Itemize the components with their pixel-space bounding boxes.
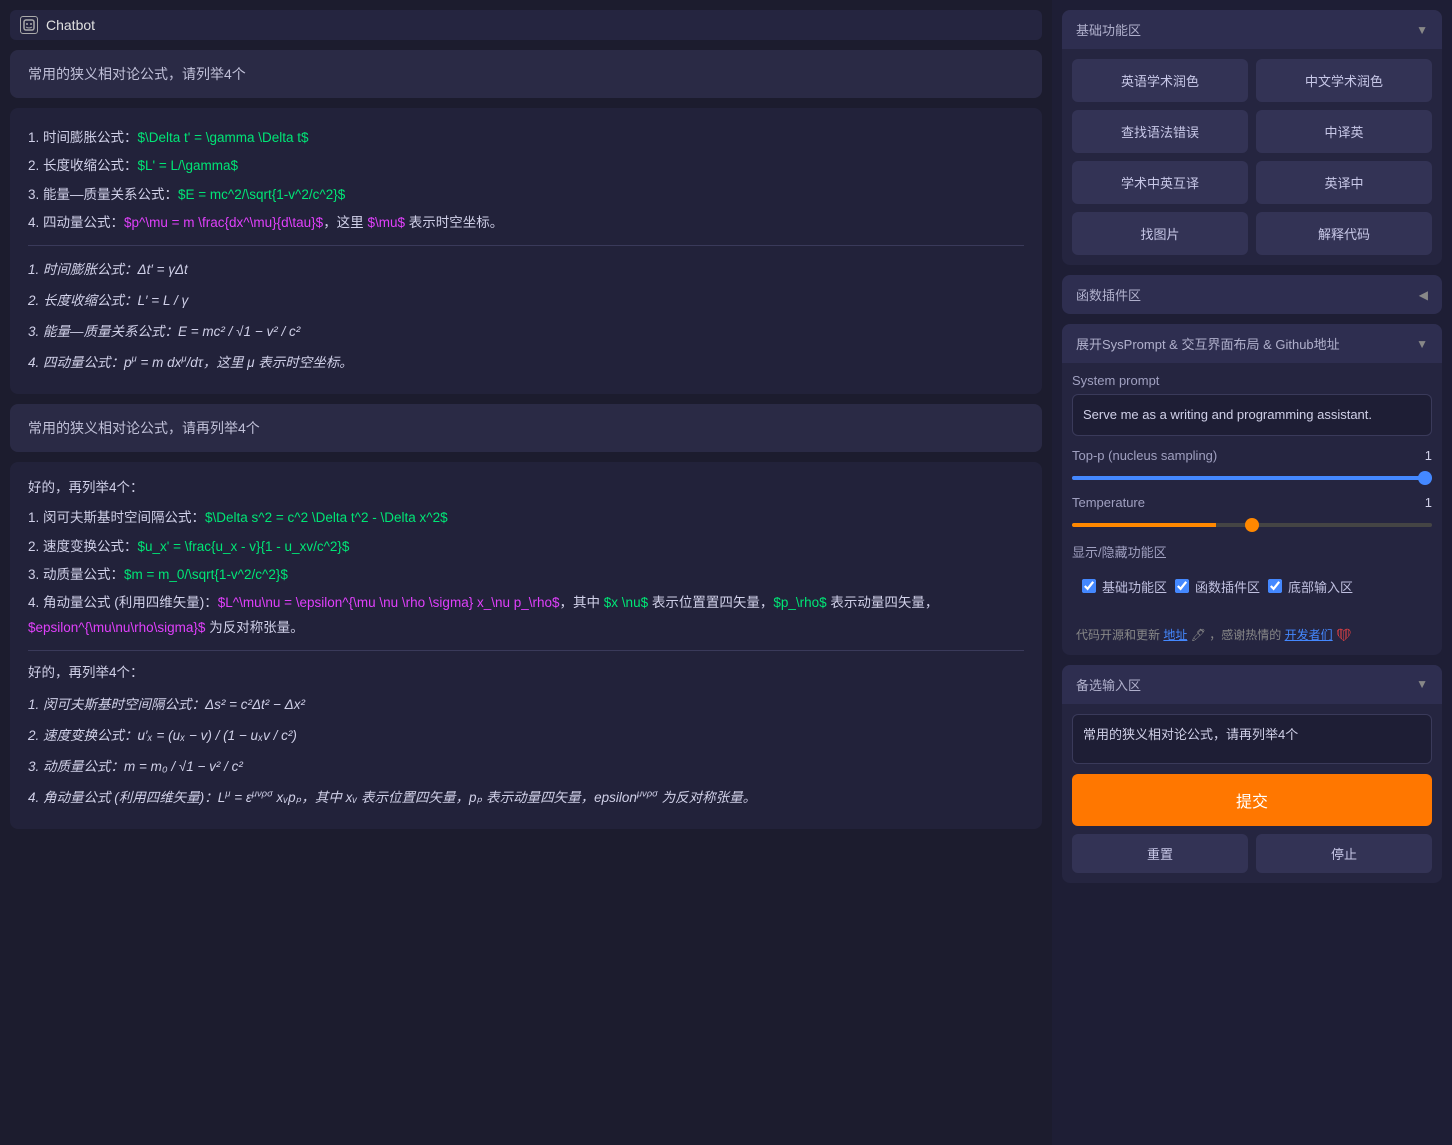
btn-academic-translate[interactable]: 学术中英互译 [1072,161,1248,204]
sysprompt-header[interactable]: 展开SysPrompt & 交互界面布局 & Github地址 ▼ [1062,324,1442,363]
top-p-value: 1 [1425,448,1432,463]
alternate-input-body: 常用的狭义相对论公式，请再列举4个 提交 重置 停止 [1062,704,1442,883]
checkbox-bottom-input[interactable]: 底部输入区 [1268,577,1353,596]
top-p-slider[interactable] [1072,476,1432,480]
btn-find-image[interactable]: 找图片 [1072,212,1248,255]
btn-grammar-check[interactable]: 查找语法错误 [1072,110,1248,153]
submit-button[interactable]: 提交 [1072,774,1432,826]
checkbox-function-plugins[interactable]: 函数插件区 [1175,577,1260,596]
bottom-buttons: 重置 停止 [1072,834,1432,873]
checkbox-basic-functions-input[interactable] [1082,579,1096,593]
contributors-link[interactable]: 开发者们 [1285,628,1333,642]
temperature-label: Temperature [1072,495,1145,510]
checkbox-bottom-input-input[interactable] [1268,579,1282,593]
alternate-input-arrow: ▼ [1416,677,1428,691]
alternate-input-field[interactable]: 常用的狭义相对论公式，请再列举4个 [1072,714,1432,764]
basic-functions-arrow: ▼ [1416,23,1428,37]
top-p-label: Top-p (nucleus sampling) [1072,448,1217,463]
alternate-input-section: 备选输入区 ▼ 常用的狭义相对论公式，请再列举4个 提交 重置 停止 [1062,665,1442,883]
user-message-2: 常用的狭义相对论公式，请再列举4个 [10,404,1042,452]
basic-functions-body: 英语学术润色 中文学术润色 查找语法错误 中译英 学术中英互译 英译中 找图片 … [1062,49,1442,265]
bot-message-2: 好的，再列举4个： 1. 闵可夫斯基时空间隔公式：$\Delta s^2 = c… [10,462,1042,829]
github-link[interactable]: 地址 [1163,628,1187,642]
temperature-value: 1 [1425,495,1432,510]
header-title: Chatbot [46,17,95,33]
btn-en-to-zh[interactable]: 英译中 [1256,161,1432,204]
sysprompt-section: 展开SysPrompt & 交互界面布局 & Github地址 ▼ System… [1062,324,1442,655]
system-prompt-label: System prompt [1072,373,1432,388]
link-area: 代码开源和更新 地址 🖊 ，感谢热情的 开发者们 ❤ [1062,616,1442,655]
user-message-1: 常用的狭义相对论公式，请列举4个 [10,50,1042,98]
temperature-slider[interactable] [1072,523,1432,527]
basic-functions-header[interactable]: 基础功能区 ▼ [1062,10,1442,49]
checkbox-grid: 基础功能区 函数插件区 底部输入区 [1072,567,1432,606]
btn-chinese-polish[interactable]: 中文学术润色 [1256,59,1432,102]
function-plugins-arrow: ◀ [1419,288,1428,302]
chat-panel: Chatbot 常用的狭义相对论公式，请列举4个 1. 时间膨胀公式：$\Del… [0,0,1052,1145]
alternate-input-header[interactable]: 备选输入区 ▼ [1062,665,1442,704]
checkbox-function-plugins-input[interactable] [1175,579,1189,593]
checkbox-basic-functions[interactable]: 基础功能区 [1082,577,1167,596]
basic-functions-grid: 英语学术润色 中文学术润色 查找语法错误 中译英 学术中英互译 英译中 找图片 … [1072,59,1432,255]
stop-button[interactable]: 停止 [1256,834,1432,873]
chatbot-icon [20,16,38,34]
function-plugins-section[interactable]: 函数插件区 ◀ [1062,275,1442,314]
btn-english-polish[interactable]: 英语学术润色 [1072,59,1248,102]
header-bar: Chatbot [10,10,1042,40]
basic-functions-section: 基础功能区 ▼ 英语学术润色 中文学术润色 查找语法错误 中译英 学术中英互译 … [1062,10,1442,265]
btn-zh-to-en[interactable]: 中译英 [1256,110,1432,153]
sysprompt-arrow: ▼ [1416,337,1428,351]
system-prompt-value: Serve me as a writing and programming as… [1072,394,1432,436]
temperature-container: Temperature 1 [1072,495,1432,530]
sysprompt-body: System prompt Serve me as a writing and … [1062,363,1442,616]
display-label: 显示/隐藏功能区 [1072,542,1432,561]
top-p-container: Top-p (nucleus sampling) 1 [1072,448,1432,483]
reset-button[interactable]: 重置 [1072,834,1248,873]
bot-message-1: 1. 时间膨胀公式：$\Delta t' = \gamma \Delta t$ … [10,108,1042,394]
right-panel: 基础功能区 ▼ 英语学术润色 中文学术润色 查找语法错误 中译英 学术中英互译 … [1052,0,1452,1145]
btn-explain-code[interactable]: 解释代码 [1256,212,1432,255]
